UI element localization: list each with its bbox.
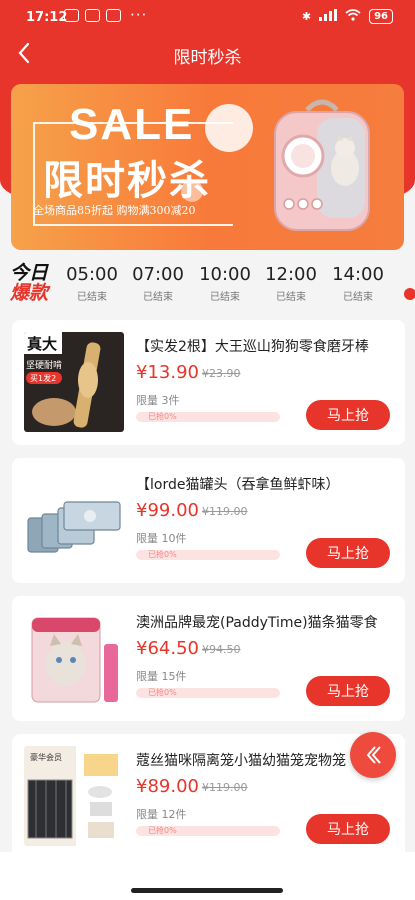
notification-icons [64,9,121,22]
gallery-notification-icon [64,9,79,22]
time-slot-next-partial[interactable] [402,268,415,308]
product-original-price: ¥23.90 [202,367,241,380]
bottom-area [0,852,415,900]
slot-status: 已结束 [276,292,306,303]
page-title: 限时秒杀 [173,48,242,68]
bluetooth-icon: ✱ [301,10,312,23]
product-image-text: 豪华会员 [30,752,62,762]
wifi-icon [345,9,361,24]
product-title: 澳洲品牌最宠(PaddyTime)猫条猫零食 [136,615,378,631]
time-slot-0500[interactable]: 05:00 已结束 [59,264,125,303]
cellular-signal-icon [319,9,338,24]
product-image [24,470,124,570]
time-slot-1000[interactable]: 10:00 已结束 [192,264,258,303]
slot-time: 07:00 [132,264,184,285]
home-indicator[interactable] [131,888,283,893]
buy-now-button[interactable]: 马上抢 [306,814,390,844]
progress-label: 已抢0% [148,688,177,697]
mail-notification-icon [106,9,121,22]
product-card[interactable]: 豪华会员 蔻丝猫咪隔离笼小猫幼猫笼宠物笼 ¥89.00 ¥119.00 限量 1… [12,734,405,859]
slot-time: 14:00 [332,264,384,285]
floating-menu-button[interactable] [350,732,396,778]
slot-time: 12:00 [265,264,317,285]
status-time: 17:12 [26,10,68,25]
product-limit: 限量 10件 [136,532,187,545]
app-notification-icon [85,9,100,22]
double-chevron-icon [366,746,381,764]
progress-label: 已抢0% [148,550,177,559]
buy-now-button[interactable]: 马上抢 [306,538,390,568]
product-limit: 限量 15件 [136,670,187,683]
progress-bar: 已抢0% [136,550,280,560]
product-card[interactable]: 真大 坚硬耐啃 买1发2 【实发2根】大王巡山狗狗零食磨牙棒 ¥13.90 ¥2… [12,320,405,445]
buy-now-button[interactable]: 马上抢 [306,676,390,706]
promo-banner[interactable]: SALE 限时秒杀 全场商品85折起 购物满300减20 [11,84,404,250]
product-price: ¥89.00 [136,776,199,797]
product-price: ¥64.50 [136,638,199,659]
nav-bar: 限时秒杀 [0,34,415,74]
today-hot-label[interactable]: 今日 爆款 [10,263,48,303]
banner-subline: 全场商品85折起 购物满300减20 [33,204,196,217]
time-slot-1200[interactable]: 12:00 已结束 [258,264,324,303]
product-title: 【实发2根】大王巡山狗狗零食磨牙棒 [136,339,369,355]
product-limit: 限量 12件 [136,808,187,821]
status-right: ✱ 96 [302,9,393,24]
active-slot-dot [404,288,415,300]
time-slot-0700[interactable]: 07:00 已结束 [125,264,191,303]
product-image: 豪华会员 [24,746,124,846]
progress-bar: 已抢0% [136,688,280,698]
product-price: ¥99.00 [136,500,199,521]
more-notifications-icon: ··· [130,6,148,24]
product-card[interactable]: 澳洲品牌最宠(PaddyTime)猫条猫零食 ¥64.50 ¥94.50 限量 … [12,596,405,721]
product-limit: 限量 3件 [136,394,180,407]
progress-label: 已抢0% [148,412,177,421]
battery-indicator: 96 [369,9,393,24]
today-label-line1: 今日 [10,262,49,284]
product-original-price: ¥119.00 [202,781,248,794]
product-card[interactable]: 【lorde猫罐头（吞拿鱼鲜虾味） ¥99.00 ¥119.00 限量 10件 … [12,458,405,583]
status-bar: 17:12 ··· ✱ 96 [0,0,415,34]
product-image-text-3: 买1发2 [30,373,56,383]
product-image-text-2: 坚硬耐啃 [26,359,62,371]
slot-time: 05:00 [66,264,118,285]
slot-status: 已结束 [77,292,107,303]
progress-label: 已抢0% [148,826,177,835]
progress-bar: 已抢0% [136,412,280,422]
banner-headline: 限时秒杀 [43,158,211,204]
product-price: ¥13.90 [136,362,199,383]
today-label-line2: 爆款 [10,282,49,304]
slot-time: 10:00 [199,264,251,285]
slot-status: 已结束 [143,292,173,303]
product-original-price: ¥94.50 [202,643,241,656]
product-original-price: ¥119.00 [202,505,248,518]
time-slot-1400[interactable]: 14:00 已结束 [325,264,391,303]
product-image-text-1: 真大 [27,335,57,353]
banner-sale-text: SALE [69,100,195,149]
product-image [24,608,124,708]
slot-status: 已结束 [343,292,373,303]
product-title: 【lorde猫罐头（吞拿鱼鲜虾味） [136,477,340,493]
slot-status: 已结束 [210,292,240,303]
buy-now-button[interactable]: 马上抢 [306,400,390,430]
time-slot-bar: 今日 爆款 05:00 已结束 07:00 已结束 10:00 已结束 12:0… [0,260,415,306]
progress-bar: 已抢0% [136,826,280,836]
pet-carrier-backpack-image [267,96,377,236]
product-image: 真大 坚硬耐啃 买1发2 [24,332,124,432]
